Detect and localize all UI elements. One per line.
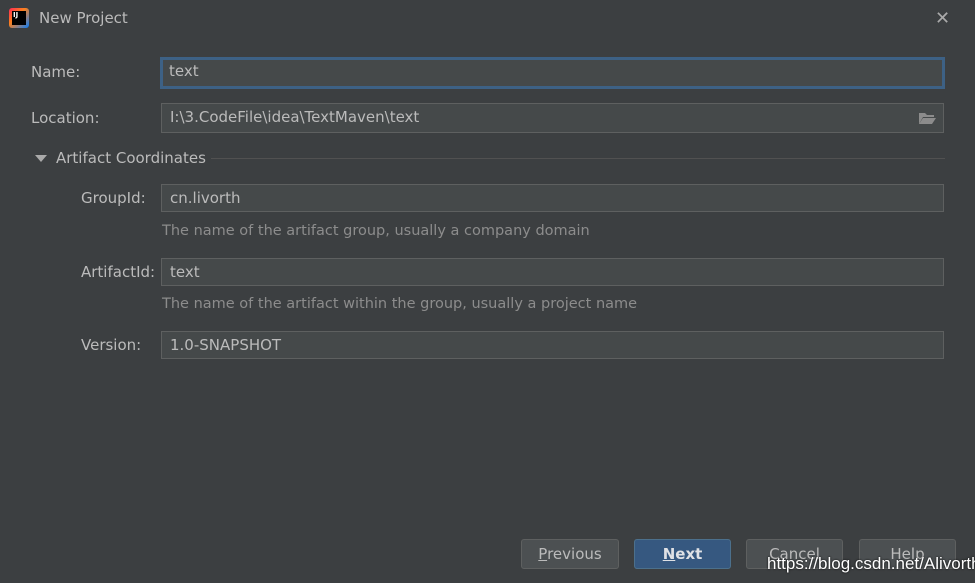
previous-button[interactable]: Previous [521,539,619,569]
artifactid-label: ArtifactId: [81,263,156,281]
version-input[interactable]: 1.0-SNAPSHOT [161,331,944,359]
mnemonic: N [662,545,676,563]
close-icon[interactable]: ✕ [935,8,950,29]
name-input[interactable]: text [160,57,945,89]
version-label: Version: [81,336,142,354]
window-title: New Project [39,9,128,27]
artifact-coordinates-section[interactable]: Artifact Coordinates [56,149,206,167]
section-divider [211,158,945,159]
collapse-triangle-icon[interactable] [35,154,47,163]
location-label: Location: [31,109,100,127]
watermark: https://blog.csdn.net/Alivorth [767,554,975,573]
groupid-hint: The name of the artifact group, usually … [162,223,590,239]
next-button[interactable]: Next [634,539,731,569]
folder-icon[interactable] [918,112,936,125]
mnemonic: P [538,545,548,563]
artifactid-hint: The name of the artifact within the grou… [162,296,638,312]
location-input[interactable]: I:\3.CodeFile\idea\TextMaven\text [161,103,944,133]
name-label: Name: [31,63,81,81]
intellij-idea-icon: IJ [9,8,29,28]
next-label: ext [675,545,703,563]
location-value: I:\3.CodeFile\idea\TextMaven\text [170,108,420,126]
groupid-label: GroupId: [81,189,146,207]
groupid-input[interactable]: cn.livorth [161,184,944,212]
previous-label: revious [547,545,602,563]
artifactid-input[interactable]: text [161,258,944,286]
